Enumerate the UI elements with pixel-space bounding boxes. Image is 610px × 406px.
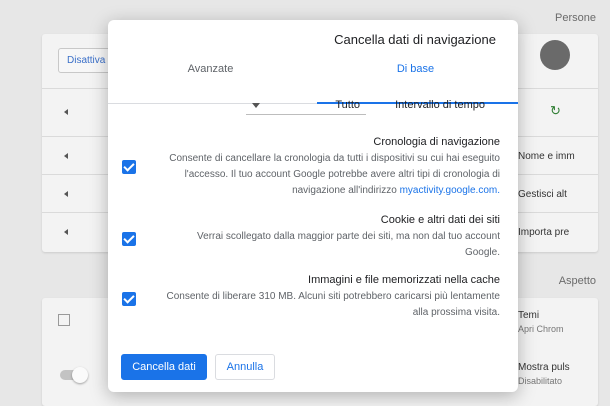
avatar	[540, 40, 570, 70]
cache-checkbox[interactable]	[122, 292, 136, 306]
option-cached-images[interactable]: Immagini e file memorizzati nella cache …	[122, 274, 500, 322]
option-cookies[interactable]: Cookie e altri dati dei siti Verrai scol…	[122, 214, 500, 262]
option-title: Immagini e file memorizzati nella cache	[308, 274, 500, 286]
dialog-title: Cancella dati di navigazione	[334, 32, 496, 47]
sync-icon: ↻	[550, 103, 561, 118]
section-title-people: Persone	[555, 12, 596, 24]
option-title: Cookie e altri dati dei siti	[380, 214, 500, 226]
section-title-appearance: Aspetto	[558, 275, 596, 287]
chevron-right-icon	[64, 109, 68, 115]
chevron-right-icon	[64, 191, 68, 197]
home-button-toggle[interactable]	[60, 367, 88, 383]
time-range-value: Tutto	[335, 99, 360, 111]
clear-data-button[interactable]: Cancella dati	[121, 354, 207, 380]
time-range-label: Intervallo di tempo	[395, 99, 485, 111]
dropdown-arrow-icon	[252, 103, 260, 108]
time-range-select[interactable]: Tutto	[246, 97, 366, 115]
myactivity-link[interactable]: myactivity.google.com.	[400, 185, 500, 196]
cancel-button[interactable]: Annulla	[215, 354, 275, 380]
clear-browsing-data-dialog: Cancella dati di navigazione Di base Ava…	[108, 20, 518, 392]
option-description: Consente di cancellare la cronologia da …	[169, 153, 500, 196]
cookies-checkbox[interactable]	[122, 232, 136, 246]
external-link-icon[interactable]	[58, 314, 70, 326]
option-browsing-history[interactable]: Cronologia di navigazione Consente di ca…	[122, 136, 500, 206]
sync-toggle-button[interactable]: Disattiva	[58, 48, 115, 73]
chevron-right-icon	[64, 153, 68, 159]
option-description: Consente di liberare 310 MB. Alcuni siti…	[166, 291, 500, 318]
browsing-history-checkbox[interactable]	[122, 160, 136, 174]
option-description: Verrai scollegato dalla maggior parte de…	[197, 231, 500, 258]
option-title: Cronologia di navigazione	[373, 136, 500, 148]
chevron-right-icon	[64, 229, 68, 235]
